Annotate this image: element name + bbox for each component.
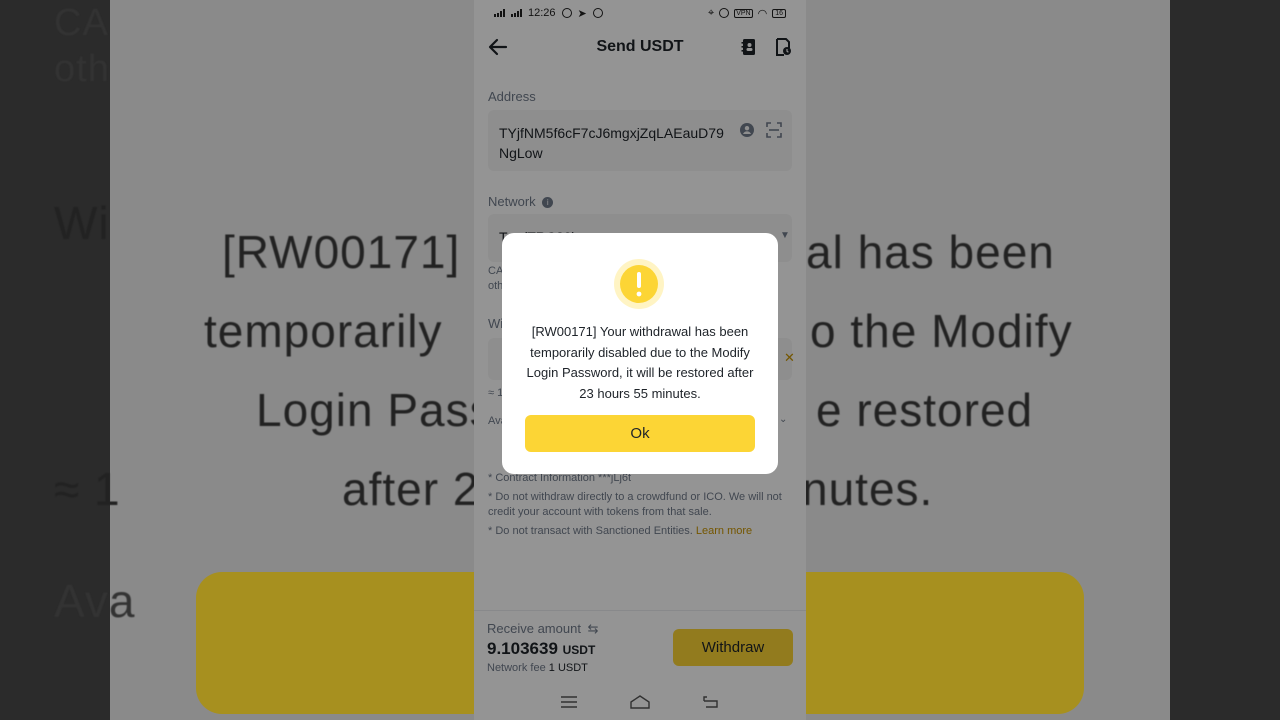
background-line-1a: [RW00171] bbox=[222, 226, 461, 278]
background-line-3b: e restored bbox=[816, 384, 1034, 436]
background-line-4a: after 2 bbox=[342, 463, 480, 515]
ok-button[interactable]: Ok bbox=[525, 415, 755, 452]
background-line-1b: al has been bbox=[806, 226, 1055, 278]
background-line-2b: o the Modify bbox=[810, 305, 1073, 357]
background-fragment-top: CA oth bbox=[54, 2, 110, 90]
error-dialog: [RW00171] Your withdrawal has been tempo… bbox=[502, 233, 778, 474]
background-line-3a: Login Pass bbox=[256, 384, 494, 436]
dialog-message: [RW00171] Your withdrawal has been tempo… bbox=[526, 324, 754, 401]
background-fragment-wi: Wi bbox=[54, 197, 110, 249]
background-line-2a: temporarily bbox=[204, 305, 443, 357]
background-line-4b: nutes. bbox=[802, 463, 934, 515]
warning-icon bbox=[614, 259, 664, 309]
background-fragment-ava: Ava bbox=[54, 575, 136, 627]
background-fragment-approx: ≈ 1 bbox=[54, 463, 121, 515]
